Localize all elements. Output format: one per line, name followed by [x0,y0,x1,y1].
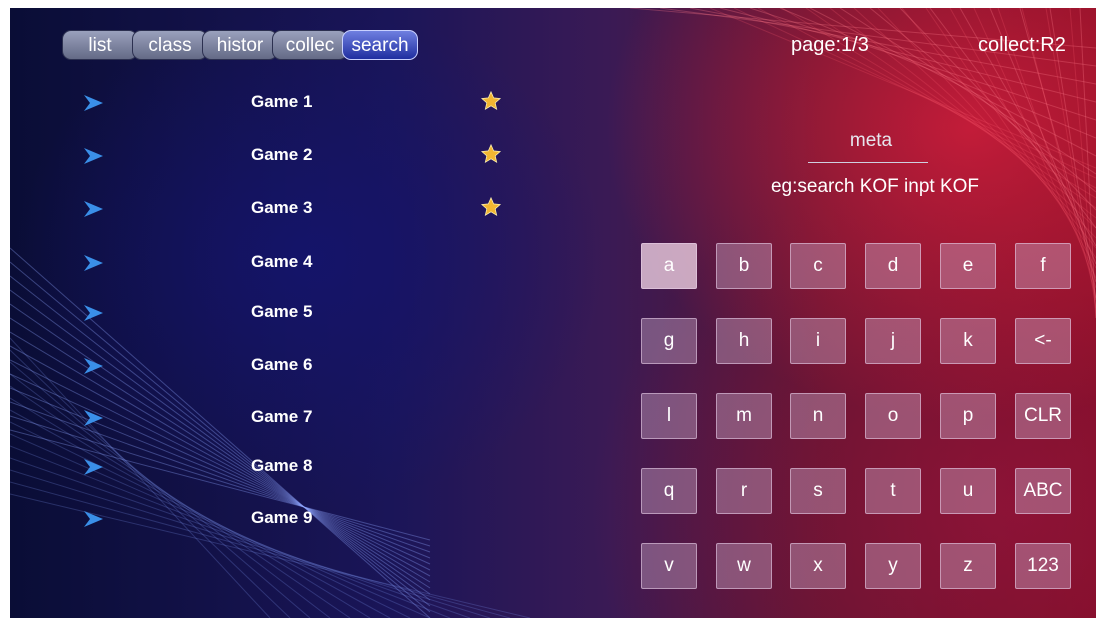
key-b[interactable]: b [716,243,772,289]
key-v[interactable]: v [641,543,697,589]
game-title: Game 5 [251,302,313,321]
game-title: Game 3 [251,198,313,217]
key-a[interactable]: a [641,243,697,289]
arrow-right-icon [84,305,103,321]
game-list-item[interactable]: Game 8 [82,454,512,484]
key-c[interactable]: c [790,243,846,289]
search-underline [808,162,928,163]
arrow-right-icon [84,201,103,217]
arrow-right-icon [84,148,103,164]
game-list-item[interactable]: Game 7 [82,405,512,435]
game-title: Game 6 [251,355,313,374]
key-y[interactable]: y [865,543,921,589]
key-k[interactable]: k [940,318,996,364]
collect-indicator: collect:R2 [978,34,1066,56]
game-list-item[interactable]: Game 6 [82,353,512,383]
arrow-right-icon [84,95,103,111]
key-d[interactable]: d [865,243,921,289]
key-u[interactable]: u [940,468,996,514]
tab-search[interactable]: search [342,30,418,60]
key-m[interactable]: m [716,393,772,439]
clear-key[interactable]: CLR [1015,393,1071,439]
game-list-item[interactable]: Game 2 [82,143,512,173]
game-title: Game 9 [251,508,313,527]
tab-history[interactable]: histor [202,30,278,60]
game-list-item[interactable]: Game 1 [82,90,512,120]
arrow-right-icon [84,459,103,475]
key-i[interactable]: i [790,318,846,364]
key-o[interactable]: o [865,393,921,439]
arrow-right-icon [84,410,103,426]
arrow-right-icon [84,255,103,271]
arrow-right-icon [84,511,103,527]
game-title: Game 4 [251,252,313,271]
game-screen: list class histor collec search page:1/3… [10,8,1096,618]
game-list-item[interactable]: Game 5 [82,300,512,330]
tab-list[interactable]: list [62,30,138,60]
star-icon [480,90,502,111]
game-list-item[interactable]: Game 9 [82,506,512,536]
search-hint: eg:search KOF inpt KOF [770,176,980,197]
key-g[interactable]: g [641,318,697,364]
key-j[interactable]: j [865,318,921,364]
key-r[interactable]: r [716,468,772,514]
tab-class[interactable]: class [132,30,208,60]
key-t[interactable]: t [865,468,921,514]
game-list-item[interactable]: Game 4 [82,250,512,280]
key-l[interactable]: l [641,393,697,439]
key-x[interactable]: x [790,543,846,589]
tab-collection[interactable]: collec [272,30,348,60]
tab-bar: list class histor collec search [62,30,418,60]
key-q[interactable]: q [641,468,697,514]
game-title: Game 2 [251,145,313,164]
numbers-mode-key[interactable]: 123 [1015,543,1071,589]
backspace-key[interactable]: <- [1015,318,1071,364]
star-icon [480,196,502,217]
key-e[interactable]: e [940,243,996,289]
key-s[interactable]: s [790,468,846,514]
key-p[interactable]: p [940,393,996,439]
key-w[interactable]: w [716,543,772,589]
key-h[interactable]: h [716,318,772,364]
game-list-item[interactable]: Game 3 [82,196,512,226]
key-f[interactable]: f [1015,243,1071,289]
letters-mode-key[interactable]: ABC [1015,468,1071,514]
search-input[interactable]: meta [806,130,936,152]
game-title: Game 1 [251,92,313,111]
star-icon [480,143,502,164]
key-z[interactable]: z [940,543,996,589]
game-title: Game 8 [251,456,313,475]
page-indicator: page:1/3 [791,34,869,56]
key-n[interactable]: n [790,393,846,439]
game-title: Game 7 [251,407,313,426]
arrow-right-icon [84,358,103,374]
